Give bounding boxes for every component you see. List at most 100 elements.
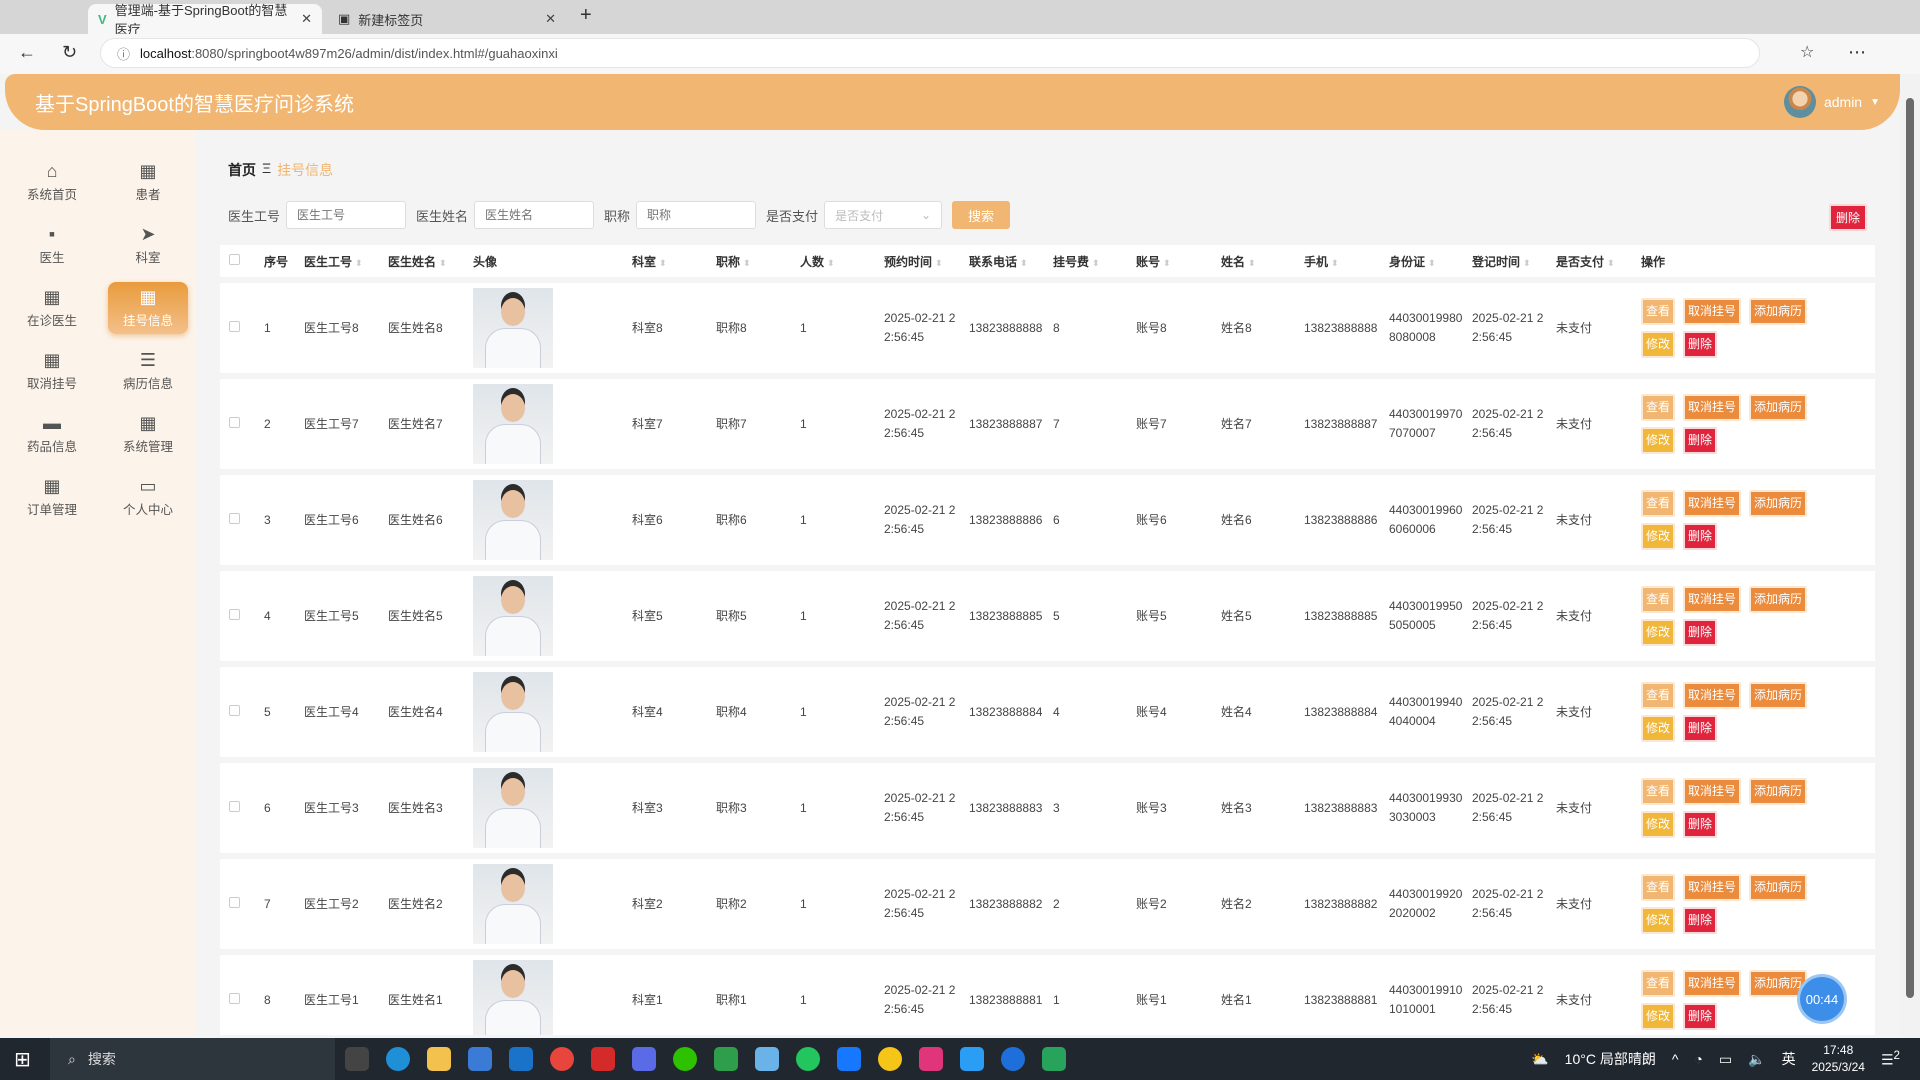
sort-icon[interactable]: ⬍ bbox=[659, 258, 667, 268]
volume-icon[interactable]: 🔈 bbox=[1748, 1051, 1765, 1068]
row-checkbox[interactable] bbox=[229, 320, 240, 332]
column-header[interactable]: 医生工号 ⬍ bbox=[304, 245, 388, 277]
select-all-checkbox[interactable] bbox=[229, 254, 240, 265]
delete-button[interactable]: 删除 bbox=[1683, 523, 1718, 550]
cancel-registration-button[interactable]: 取消挂号 bbox=[1683, 874, 1742, 901]
notification-icon[interactable]: ☰2 bbox=[1881, 1049, 1900, 1069]
cancel-registration-button[interactable]: 取消挂号 bbox=[1683, 778, 1742, 805]
edit-button[interactable]: 修改 bbox=[1641, 523, 1676, 550]
browser-tab-new[interactable]: ▣ 新建标签页 ✕ bbox=[328, 4, 566, 34]
breadcrumb-home[interactable]: 首页 bbox=[228, 160, 256, 180]
cancel-registration-button[interactable]: 取消挂号 bbox=[1683, 394, 1742, 421]
windows-start-icon[interactable]: ⊞ bbox=[14, 1047, 31, 1072]
battery-icon[interactable]: ▭ bbox=[1719, 1051, 1732, 1068]
recording-timer[interactable]: 00:44 bbox=[1800, 977, 1844, 1021]
sidebar-item[interactable]: ▦ 挂号信息 bbox=[108, 282, 188, 334]
sort-icon[interactable]: ⬍ bbox=[1523, 258, 1531, 268]
browser-tab-active[interactable]: V 管理端-基于SpringBoot的智慧医疗 ✕ bbox=[88, 3, 322, 37]
row-checkbox[interactable] bbox=[229, 704, 240, 716]
delete-button[interactable]: 删除 bbox=[1683, 715, 1718, 742]
delete-button[interactable]: 删除 bbox=[1683, 331, 1718, 358]
add-record-button[interactable]: 添加病历 bbox=[1749, 778, 1808, 805]
edit-button[interactable]: 修改 bbox=[1641, 619, 1676, 646]
view-button[interactable]: 查看 bbox=[1641, 394, 1676, 421]
column-header[interactable]: 预约时间 ⬍ bbox=[884, 245, 969, 277]
column-header[interactable]: 手机 ⬍ bbox=[1304, 245, 1389, 277]
column-header[interactable]: 人数 ⬍ bbox=[800, 245, 884, 277]
view-button[interactable]: 查看 bbox=[1641, 778, 1676, 805]
app-icon[interactable] bbox=[1042, 1047, 1066, 1071]
delete-button[interactable]: 删除 bbox=[1683, 427, 1718, 454]
close-tab-icon[interactable]: ✕ bbox=[301, 11, 312, 27]
add-record-button[interactable]: 添加病历 bbox=[1749, 874, 1808, 901]
paid-select[interactable]: 是否支付 ⌄ bbox=[824, 201, 943, 229]
cancel-registration-button[interactable]: 取消挂号 bbox=[1683, 970, 1742, 997]
row-checkbox[interactable] bbox=[229, 416, 240, 428]
delete-button[interactable]: 删除 bbox=[1683, 1003, 1718, 1030]
sort-icon[interactable]: ⬍ bbox=[935, 258, 943, 268]
weather-text[interactable]: 10°C 局部晴朗 bbox=[1565, 1049, 1656, 1069]
sidebar-item[interactable]: ▦ 在诊医生 bbox=[12, 282, 92, 334]
outlook-icon[interactable] bbox=[509, 1047, 533, 1071]
search-button[interactable]: 搜索 bbox=[952, 201, 1011, 229]
column-header[interactable]: 账号 ⬍ bbox=[1136, 245, 1221, 277]
chrome-icon[interactable] bbox=[550, 1047, 574, 1071]
sort-icon[interactable]: ⬍ bbox=[439, 258, 447, 268]
add-record-button[interactable]: 添加病历 bbox=[1749, 586, 1808, 613]
row-checkbox[interactable] bbox=[229, 608, 240, 620]
wps-icon[interactable] bbox=[591, 1047, 615, 1071]
column-header[interactable]: 挂号费 ⬍ bbox=[1053, 245, 1136, 277]
clock[interactable]: 17:48 2025/3/24 bbox=[1812, 1042, 1865, 1076]
edit-button[interactable]: 修改 bbox=[1641, 715, 1676, 742]
view-button[interactable]: 查看 bbox=[1641, 682, 1676, 709]
spreadsheet-icon[interactable] bbox=[714, 1047, 738, 1071]
back-icon[interactable]: ← bbox=[18, 42, 36, 63]
refresh-icon[interactable]: ↻ bbox=[62, 42, 77, 63]
doctor-id-input[interactable] bbox=[286, 201, 407, 229]
view-button[interactable]: 查看 bbox=[1641, 874, 1676, 901]
sort-icon[interactable]: ⬍ bbox=[1607, 258, 1615, 268]
column-header[interactable]: 医生姓名 ⬍ bbox=[388, 245, 473, 277]
sidebar-item[interactable]: ➤ 科室 bbox=[108, 219, 188, 271]
sort-icon[interactable]: ⬍ bbox=[1020, 258, 1028, 268]
view-button[interactable]: 查看 bbox=[1641, 586, 1676, 613]
p-app-icon[interactable] bbox=[837, 1047, 861, 1071]
sidebar-item[interactable]: ⌂ 系统首页 bbox=[12, 156, 92, 208]
row-checkbox[interactable] bbox=[229, 992, 240, 1004]
sort-icon[interactable]: ⬍ bbox=[827, 258, 835, 268]
batch-delete-button[interactable]: 删除 bbox=[1829, 204, 1868, 231]
view-button[interactable]: 查看 bbox=[1641, 298, 1676, 325]
doctor-avatar-image[interactable] bbox=[473, 288, 553, 368]
sort-icon[interactable]: ⬍ bbox=[743, 258, 751, 268]
add-record-button[interactable]: 添加病历 bbox=[1749, 490, 1808, 517]
doctor-avatar-image[interactable] bbox=[473, 864, 553, 944]
app-icon[interactable] bbox=[755, 1047, 779, 1071]
sort-icon[interactable]: ⬍ bbox=[1163, 258, 1171, 268]
delete-button[interactable]: 删除 bbox=[1683, 619, 1718, 646]
view-button[interactable]: 查看 bbox=[1641, 490, 1676, 517]
cancel-registration-button[interactable]: 取消挂号 bbox=[1683, 682, 1742, 709]
sidebar-item[interactable]: ▦ 患者 bbox=[108, 156, 188, 208]
sidebar-item[interactable]: ▦ 系统管理 bbox=[108, 408, 188, 460]
row-checkbox[interactable] bbox=[229, 800, 240, 812]
sidebar-item[interactable]: ☰ 病历信息 bbox=[108, 345, 188, 397]
edit-button[interactable]: 修改 bbox=[1641, 1003, 1676, 1030]
sidebar-item[interactable]: ▪ 医生 bbox=[12, 219, 92, 271]
ime-indicator[interactable]: 英 bbox=[1782, 1049, 1796, 1069]
store-icon[interactable] bbox=[468, 1047, 492, 1071]
cancel-registration-button[interactable]: 取消挂号 bbox=[1683, 298, 1742, 325]
cancel-registration-button[interactable]: 取消挂号 bbox=[1683, 490, 1742, 517]
app-icon[interactable] bbox=[1001, 1047, 1025, 1071]
scrollbar-thumb[interactable] bbox=[1906, 98, 1914, 998]
add-record-button[interactable]: 添加病历 bbox=[1749, 682, 1808, 709]
more-icon[interactable]: ⋯ bbox=[1848, 42, 1866, 63]
add-record-button[interactable]: 添加病历 bbox=[1749, 970, 1808, 997]
wifi-icon[interactable]: ◔ bbox=[1694, 1051, 1702, 1067]
column-header[interactable]: 身份证 ⬍ bbox=[1389, 245, 1472, 277]
title-input[interactable] bbox=[636, 201, 757, 229]
view-button[interactable]: 查看 bbox=[1641, 970, 1676, 997]
doctor-avatar-image[interactable] bbox=[473, 480, 553, 560]
delete-button[interactable]: 删除 bbox=[1683, 811, 1718, 838]
sidebar-item[interactable]: ▬ 药品信息 bbox=[12, 408, 92, 460]
sidebar-item[interactable]: ▭ 个人中心 bbox=[108, 471, 188, 523]
